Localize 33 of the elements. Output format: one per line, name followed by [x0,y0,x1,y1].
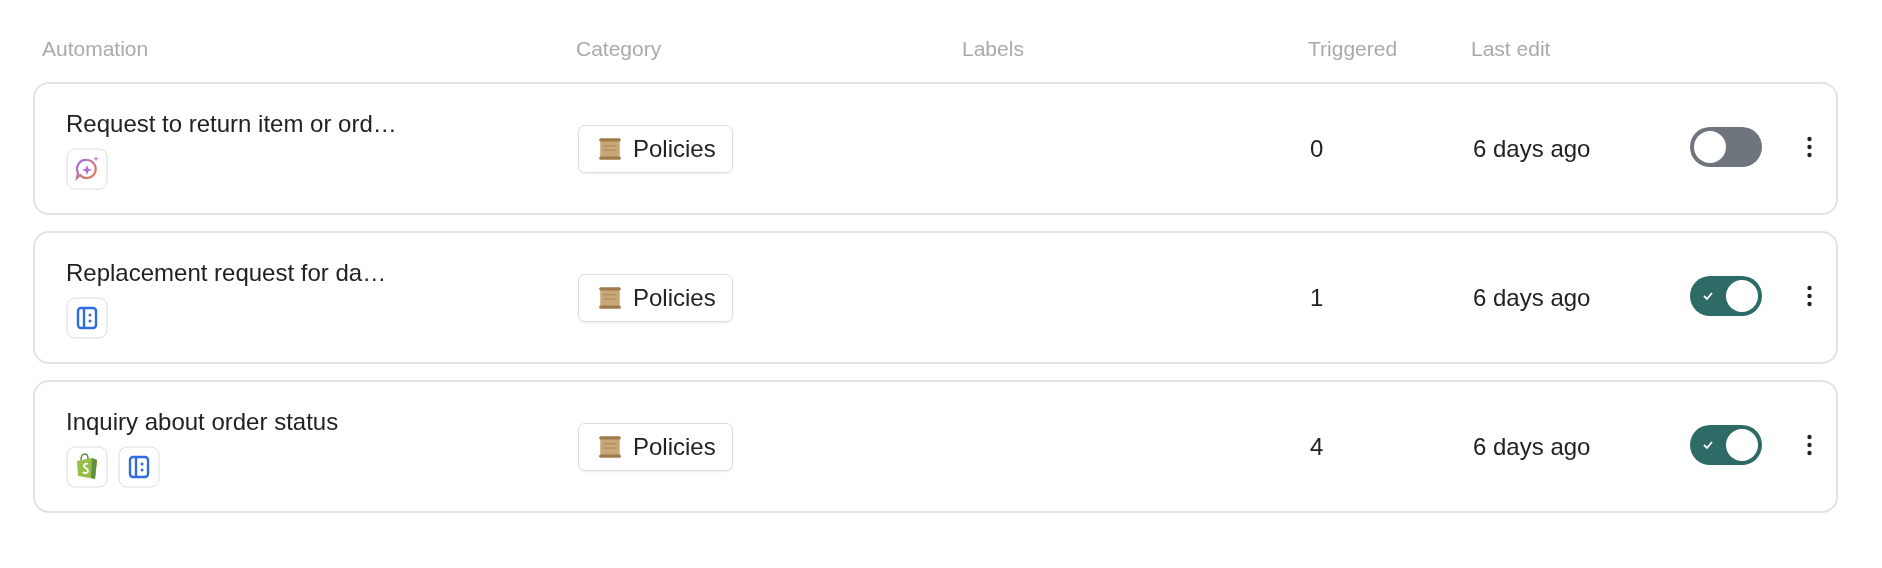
toggle-switch[interactable] [1690,275,1762,316]
panel-icon [66,297,108,339]
automation-row[interactable]: Replacement request for da… Policies 1 6 days ago [33,231,1838,364]
column-header: Last edit [1471,37,1552,61]
last-edit-time: 6 days ago [1473,134,1591,162]
category-tag: Policies [578,124,733,173]
column-header: Automation [42,37,150,61]
more-options-icon[interactable] [1806,135,1813,158]
trigger-count: 4 [1310,432,1324,460]
panel-icon [118,446,160,488]
automation-name: Request to return item or ord… [66,110,398,138]
automation-name: Inquiry about order status [66,408,340,436]
category-tag: Policies [578,273,733,322]
sparkle-chat-icon [66,148,108,190]
trigger-count: 0 [1310,134,1324,162]
column-header: Triggered [1308,37,1399,61]
toggle-switch[interactable] [1690,424,1762,465]
scroll-icon [597,135,623,162]
automation-row[interactable]: Request to return item or ord… Policies 0 6 days ago [33,82,1838,215]
category-tag: Policies [578,422,733,471]
automation-name: Replacement request for da… [66,259,388,287]
last-edit-time: 6 days ago [1473,283,1591,311]
more-options-icon[interactable] [1806,433,1813,456]
column-header: Category [576,37,663,61]
column-header: Labels [962,37,1025,61]
last-edit-time: 6 days ago [1473,432,1591,460]
more-options-icon[interactable] [1806,284,1813,307]
automation-row[interactable]: Inquiry about order status Policies 4 6 days ago [33,380,1838,513]
toggle-switch[interactable] [1690,126,1762,167]
shopping-bag-icon [66,446,108,488]
trigger-count: 1 [1310,283,1324,311]
scroll-icon [597,433,623,460]
scroll-icon [597,284,623,311]
